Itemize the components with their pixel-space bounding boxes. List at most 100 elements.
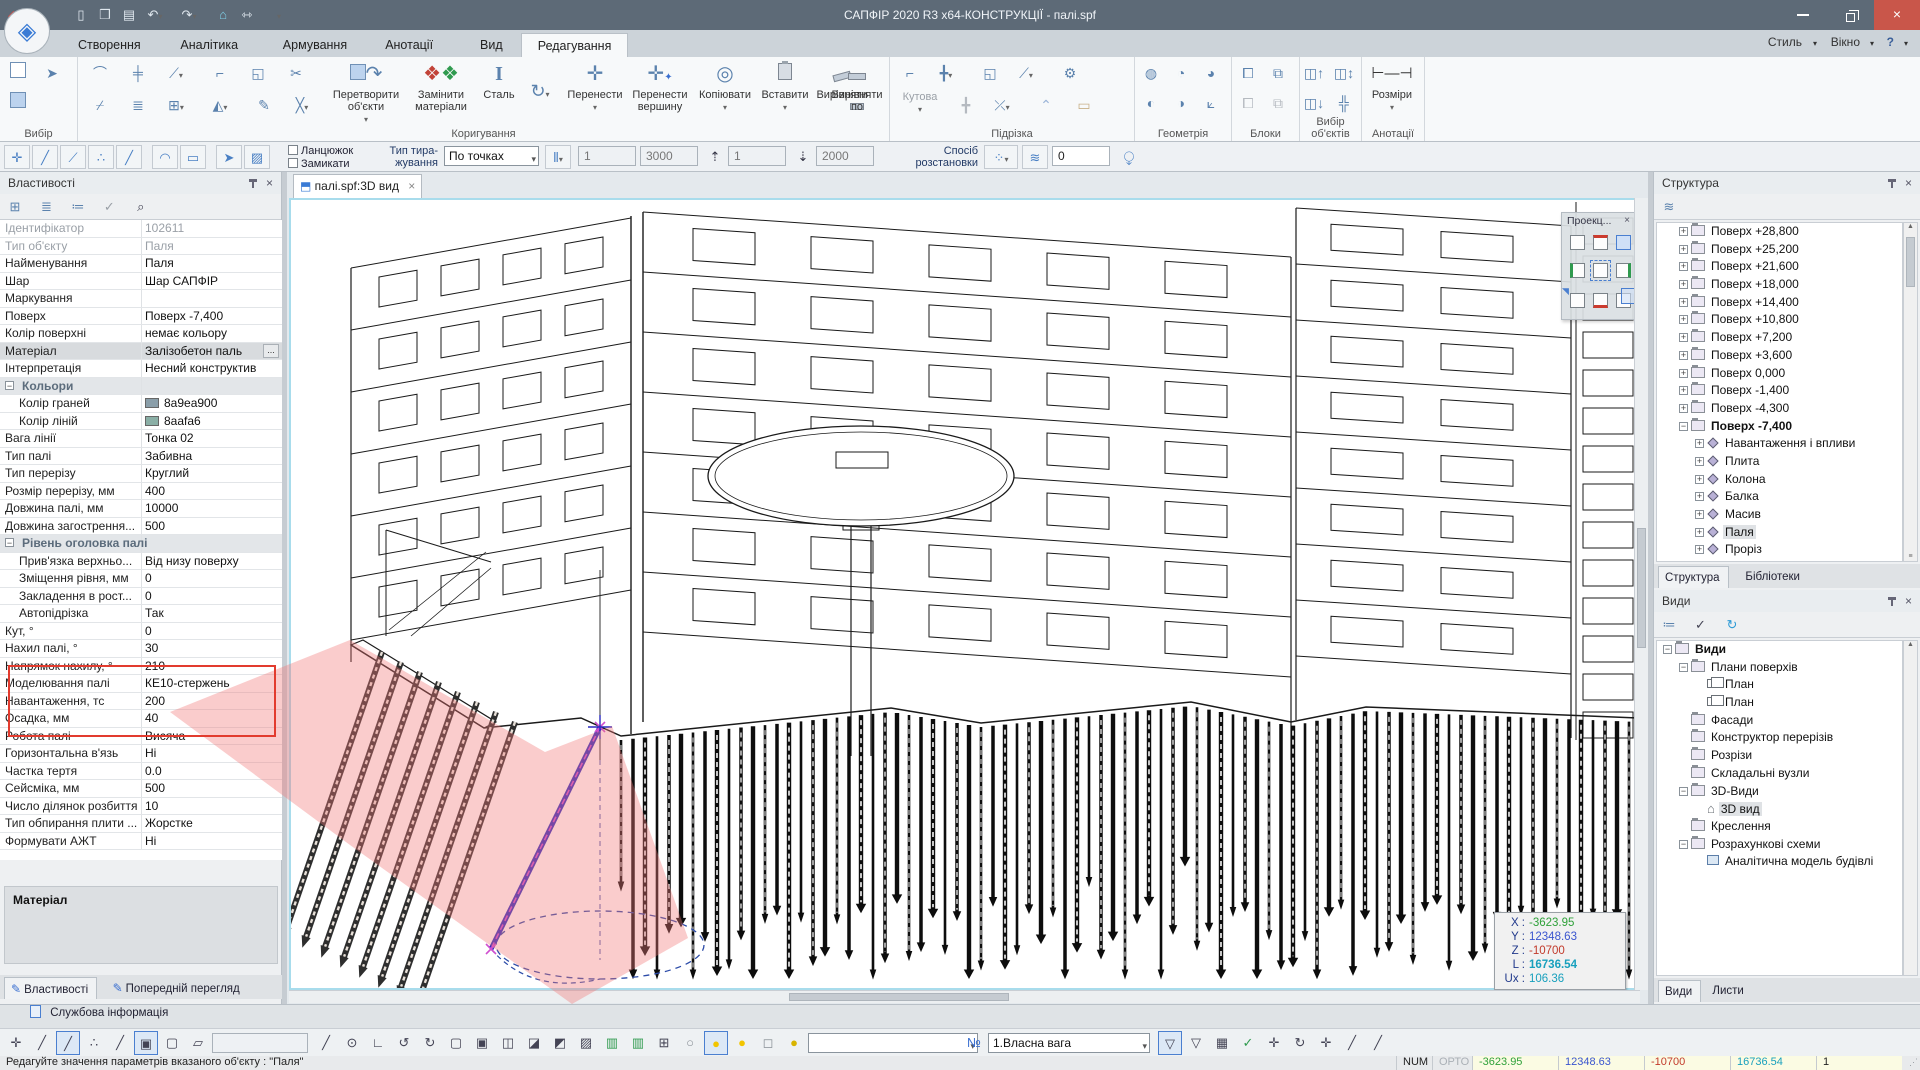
property-row[interactable]: Напрямок нахилу, ° 210	[0, 657, 282, 675]
align-to-button[interactable]: Вирівняти по	[826, 59, 888, 125]
projection-current-icon[interactable]	[1590, 260, 1611, 281]
expander-icon[interactable]: +	[1679, 333, 1688, 343]
tree-item[interactable]: + Поверх -1,400	[1657, 382, 1902, 400]
property-value[interactable]: Так	[145, 606, 278, 620]
property-value[interactable]: 210	[145, 659, 278, 673]
orto-toggle[interactable]: ОРТО	[1432, 1056, 1472, 1070]
slope2-icon[interactable]: ╱	[1366, 1031, 1390, 1055]
rotate-x-icon[interactable]: ↺	[392, 1031, 416, 1055]
tree-item[interactable]: Складальні вузли	[1657, 764, 1902, 783]
tree-item[interactable]: Аналітична модель будівлі	[1657, 853, 1902, 871]
slope-hatch-icon[interactable]: ≋	[1022, 145, 1048, 169]
property-row[interactable]: Маркування	[0, 290, 282, 308]
bool-split-icon[interactable]: ◑	[1169, 91, 1193, 115]
refresh-views-icon[interactable]: ↻	[1721, 614, 1743, 636]
slope1-icon[interactable]: ╱	[1340, 1031, 1364, 1055]
viewport-tab[interactable]: ⬒ палі.spf:3D вид ×	[293, 174, 423, 198]
block-explode-icon[interactable]: ⧉	[1266, 91, 1290, 115]
pin-icon[interactable]	[1888, 597, 1896, 606]
opt-arc-icon[interactable]: ◠	[152, 145, 178, 169]
model-cube1-icon[interactable]: ▥	[600, 1031, 624, 1055]
opt-segment-icon[interactable]: ╱	[116, 145, 142, 169]
load-case-combo[interactable]: 1.Власна вага ▾	[988, 1033, 1150, 1053]
menu-style[interactable]: Стиль	[1768, 35, 1802, 49]
opt-end-icon[interactable]: ⧬	[1116, 145, 1142, 169]
draw-line-icon[interactable]: ╱	[314, 1031, 338, 1055]
property-row[interactable]: Формувати АЖТ Ні	[0, 832, 282, 850]
property-row[interactable]: Сейсміка, мм 500	[0, 780, 282, 798]
placement-grid-icon[interactable]: ⁘▾	[984, 145, 1018, 169]
property-section[interactable]: − Рівень оголовка палі	[0, 535, 282, 553]
close-palette-icon[interactable]: ×	[1624, 215, 1630, 226]
expander-icon[interactable]: +	[1679, 280, 1688, 290]
property-value[interactable]: 400	[145, 484, 278, 498]
expander-icon[interactable]: +	[1679, 403, 1688, 413]
property-row[interactable]: Ідентифікатор 102611	[0, 220, 282, 238]
service-info-bar[interactable]: Службова інформація	[0, 1004, 1920, 1028]
cursor-icon[interactable]: ➤	[40, 61, 64, 85]
pan-icon[interactable]: ✛	[1262, 1031, 1286, 1055]
step1-field[interactable]	[640, 146, 698, 166]
tree-item[interactable]: + Поверх -4,300	[1657, 399, 1902, 418]
save-icon[interactable]: ▤	[118, 5, 140, 25]
grid-icon[interactable]: ⊞	[652, 1031, 676, 1055]
menu-help[interactable]: ?	[1887, 35, 1894, 49]
views-scrollbar[interactable]: ▲	[1903, 640, 1918, 976]
tree-item[interactable]: + Поверх +14,400	[1657, 293, 1902, 312]
projection-top-icon[interactable]	[1593, 235, 1608, 250]
replace-materials-button[interactable]: ❖❖ Замінити матеріали	[408, 59, 474, 125]
trim-icon[interactable]: ╪	[126, 61, 150, 85]
property-row[interactable]: Колір ліній 8aafa6	[0, 412, 282, 430]
property-row[interactable]: Нахил палі, ° 30	[0, 640, 282, 658]
property-row[interactable]: Колір граней 8a9ea900	[0, 395, 282, 413]
tree-item[interactable]: + Паля	[1657, 524, 1902, 542]
tree-item[interactable]: + Колона	[1657, 471, 1902, 489]
tree-item[interactable]: Конструктор перерізів	[1657, 729, 1902, 747]
tree-item[interactable]: План	[1657, 694, 1902, 712]
property-row[interactable]: Інтерпретація Несний конструктив	[0, 360, 282, 378]
orbit-icon[interactable]: ↻	[1288, 1031, 1312, 1055]
corner-trim-icon[interactable]: ⌐	[898, 61, 922, 85]
select-similar-icon[interactable]	[6, 91, 30, 115]
chain-checkbox[interactable]: Ланцюжок	[288, 145, 353, 157]
chevron-icon[interactable]: ⌃	[1034, 93, 1058, 117]
tree-item[interactable]: + Поверх 0,000	[1657, 364, 1902, 383]
layer-combo[interactable]: ▾	[808, 1033, 978, 1053]
projection-iso-icon[interactable]	[1570, 235, 1585, 250]
vis-section-icon[interactable]: ◪	[522, 1031, 546, 1055]
convert-objects-button[interactable]: ↷ Перетворити об'єкти ▾	[330, 59, 402, 125]
property-value[interactable]: 500	[145, 781, 278, 795]
scissors-icon[interactable]: ✂	[284, 61, 308, 85]
draw-circle-icon[interactable]: ⊙	[340, 1031, 364, 1055]
copy-button[interactable]: ◎ Копіювати ▾	[694, 59, 756, 125]
property-value[interactable]: 8aafa6	[145, 414, 278, 428]
expander-icon[interactable]: +	[1695, 456, 1704, 466]
property-row[interactable]: Довжина загострення... 500	[0, 517, 282, 535]
tab-Попередній перегляд[interactable]: ✎ Попередній перегляд	[107, 977, 248, 999]
property-value[interactable]: Ні	[145, 746, 278, 760]
projection-left-icon[interactable]	[1570, 263, 1585, 278]
property-value[interactable]: 102611	[145, 221, 278, 235]
rotate-y-icon[interactable]: ↻	[418, 1031, 442, 1055]
tree-item[interactable]: + Балка	[1657, 488, 1902, 506]
property-value[interactable]: 8a9ea900	[145, 396, 278, 410]
property-value[interactable]: КЕ10-стержень	[145, 676, 278, 690]
tree-item[interactable]: План	[1657, 676, 1902, 694]
property-row[interactable]: Розмір перерізу, мм 400	[0, 482, 282, 500]
app-logo[interactable]: ◈	[4, 8, 50, 54]
close-panel-icon[interactable]: ×	[266, 176, 273, 190]
expander-icon[interactable]: +	[1679, 262, 1688, 272]
bool-merge-icon[interactable]: ◐	[1139, 91, 1163, 115]
tree-item[interactable]: − Види	[1657, 641, 1902, 659]
property-value[interactable]: 0	[145, 571, 278, 585]
property-value[interactable]: 30	[145, 641, 278, 655]
block-select-icon[interactable]: ⧠	[1236, 61, 1260, 85]
filter-table-icon[interactable]: ▦	[1210, 1031, 1234, 1055]
select-updown-icon[interactable]: ◫↕	[1332, 61, 1356, 85]
block-edit-icon[interactable]: ⧠	[1236, 91, 1260, 115]
tree-item[interactable]: − Плани поверхів	[1657, 658, 1902, 677]
region-icon[interactable]: ◱	[246, 61, 270, 85]
property-value[interactable]: Несний конструктив	[145, 361, 278, 375]
opt-points-icon[interactable]: ∴	[88, 145, 114, 169]
tree-item[interactable]: + Поверх +28,800	[1657, 223, 1902, 241]
